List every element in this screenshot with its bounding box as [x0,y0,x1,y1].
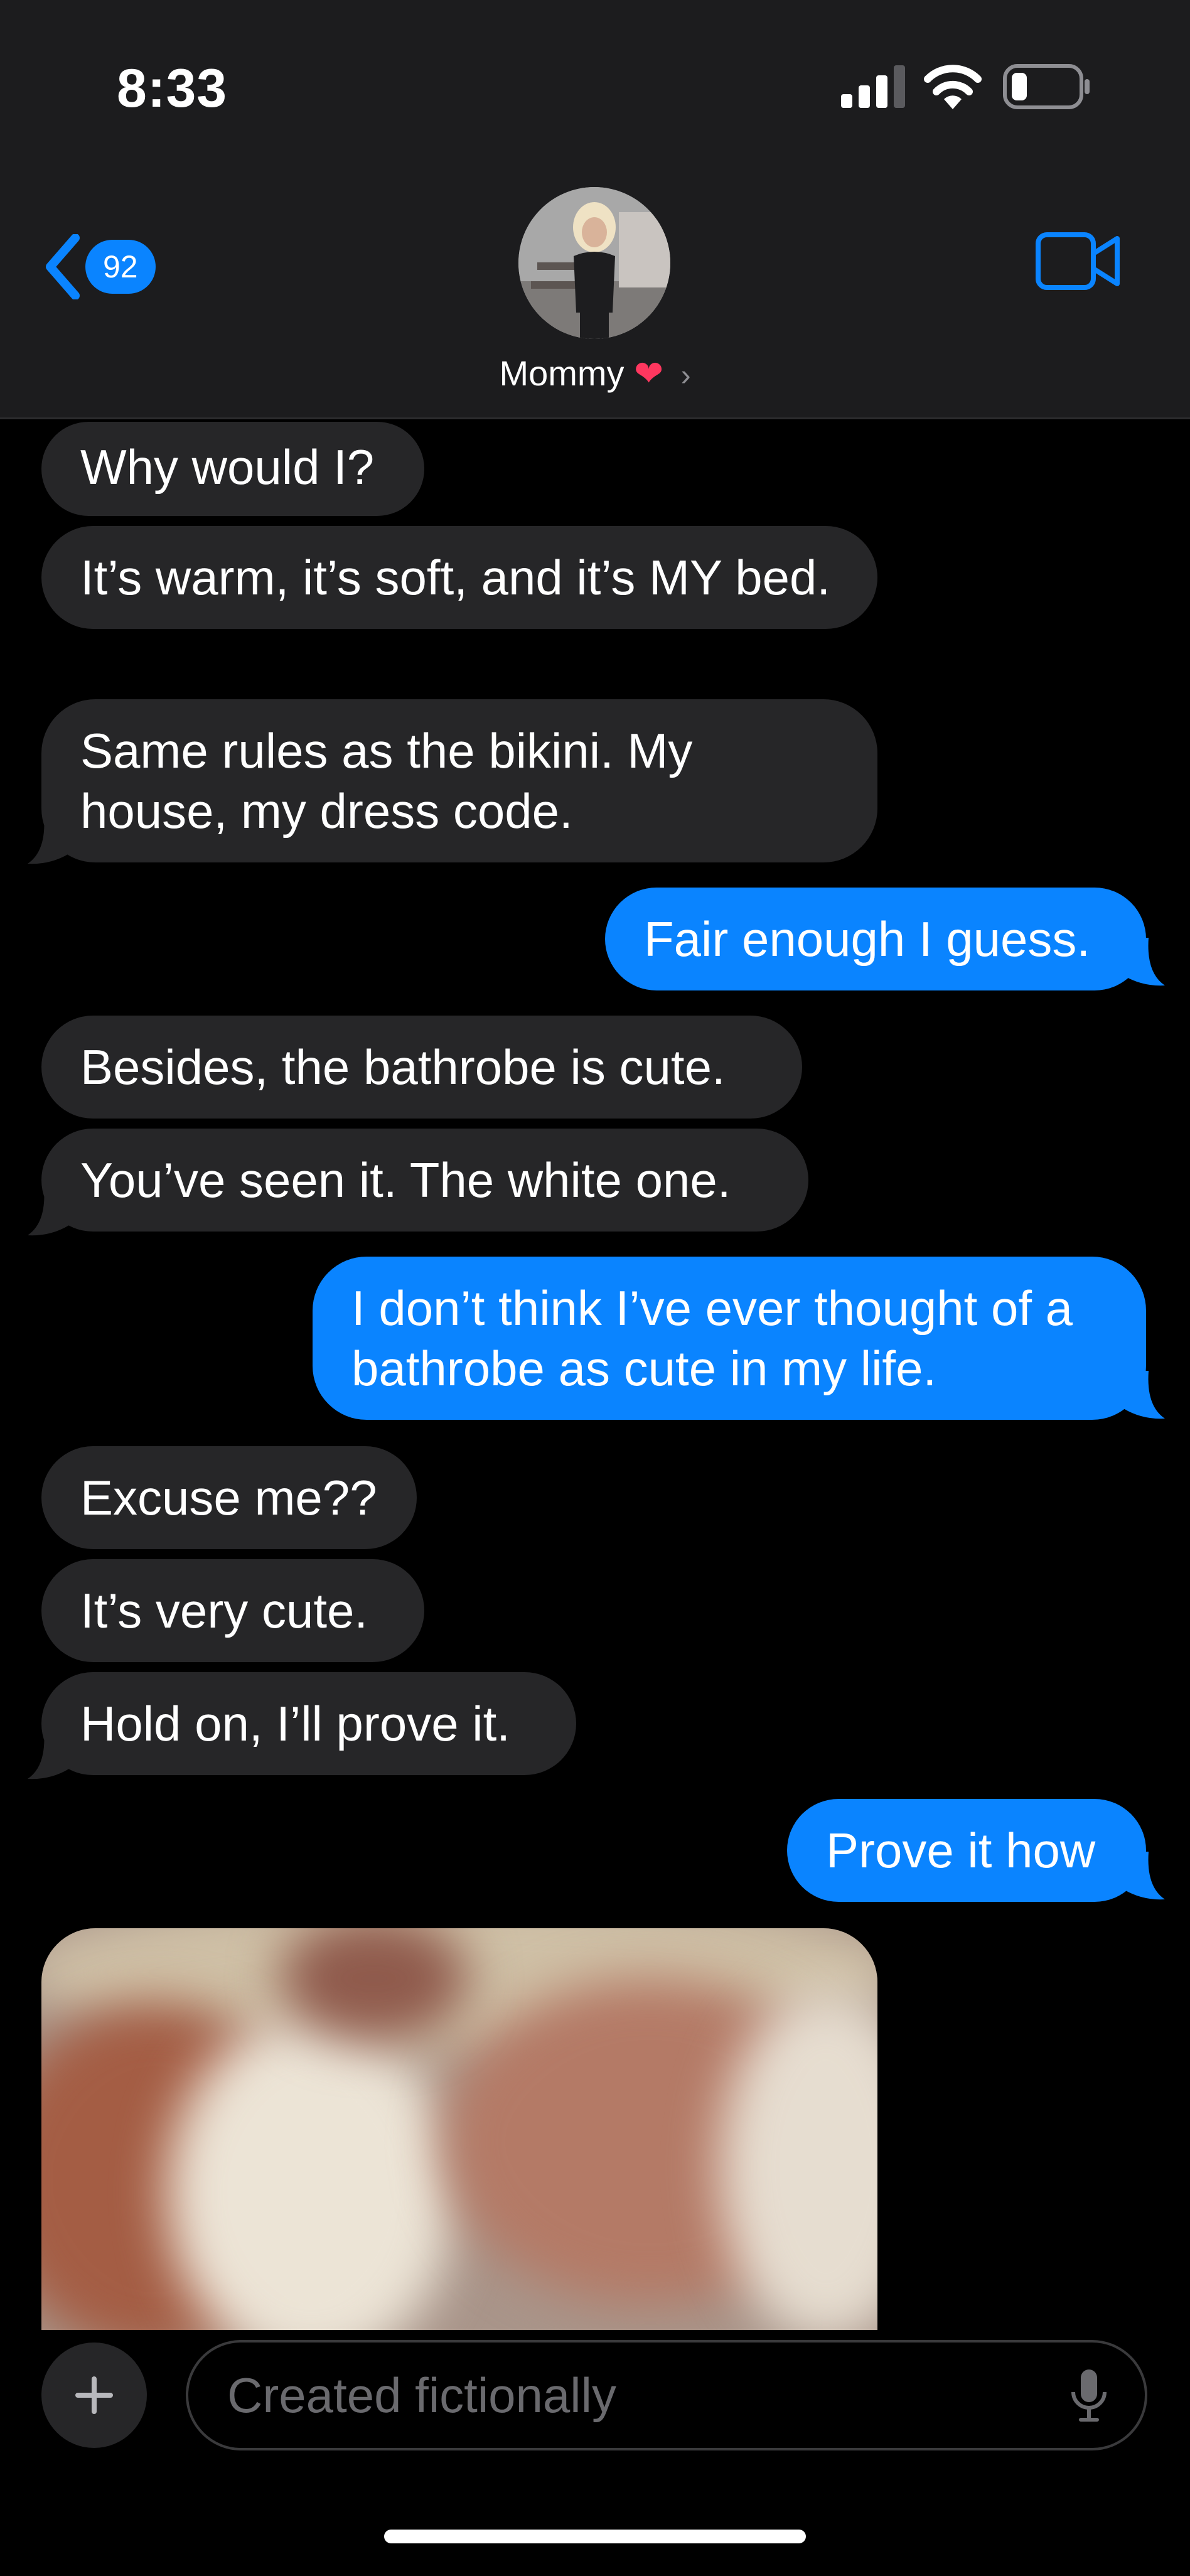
message-sent[interactable]: Fair enough I guess. [605,888,1146,990]
wifi-icon [924,65,982,109]
message-received[interactable]: Excuse me?? [41,1446,417,1549]
message-received[interactable]: Hold on, I’ll prove it. [41,1672,576,1775]
home-indicator[interactable] [384,2530,806,2543]
heart-emoji: ❤ [634,353,664,393]
message-received[interactable]: It’s very cute. [41,1559,424,1662]
status-time: 8:33 [117,58,228,119]
video-call-icon[interactable] [1036,232,1121,290]
chevron-right-icon: › [680,359,691,392]
bubble-tail [28,816,69,864]
bubble-tail [1123,938,1165,986]
contact-name-text: Mommy [499,353,624,393]
back-button[interactable]: 92 [44,226,176,308]
cellular-signal-icon [841,65,905,108]
message-sent[interactable]: Prove it how [787,1799,1146,1902]
contact-avatar[interactable] [518,187,670,339]
plus-icon [75,2376,113,2414]
photo-attachment[interactable] [41,1928,877,2330]
bubble-tail [1123,1852,1165,1900]
bubble-tail [28,1188,69,1236]
unread-count-badge: 92 [85,240,156,294]
chevron-left-icon [46,234,80,299]
contact-name[interactable]: Mommy ❤ › [0,353,1190,394]
message-received[interactable]: It’s warm, it’s soft, and it’s MY bed. [41,526,877,629]
bubble-tail [1123,1371,1165,1419]
message-received[interactable]: Why would I? [41,422,424,516]
message-input[interactable] [186,2340,1147,2450]
bubble-tail [28,1731,69,1779]
message-input-field[interactable] [226,2366,1071,2425]
message-sent[interactable]: I don’t think I’ve ever thought of a bat… [313,1257,1146,1420]
message-received[interactable]: Same rules as the bikini. My house, my d… [41,699,877,862]
message-received[interactable]: You’ve seen it. The white one. [41,1129,808,1232]
avatar-photo [518,187,670,339]
microphone-icon[interactable] [1071,2368,1107,2422]
conversation-header: 8:33 92 Mommy ❤ › [0,0,1190,419]
battery-icon [1003,64,1090,109]
message-received[interactable]: Besides, the bathrobe is cute. [41,1016,802,1119]
add-attachment-button[interactable] [41,2343,147,2448]
